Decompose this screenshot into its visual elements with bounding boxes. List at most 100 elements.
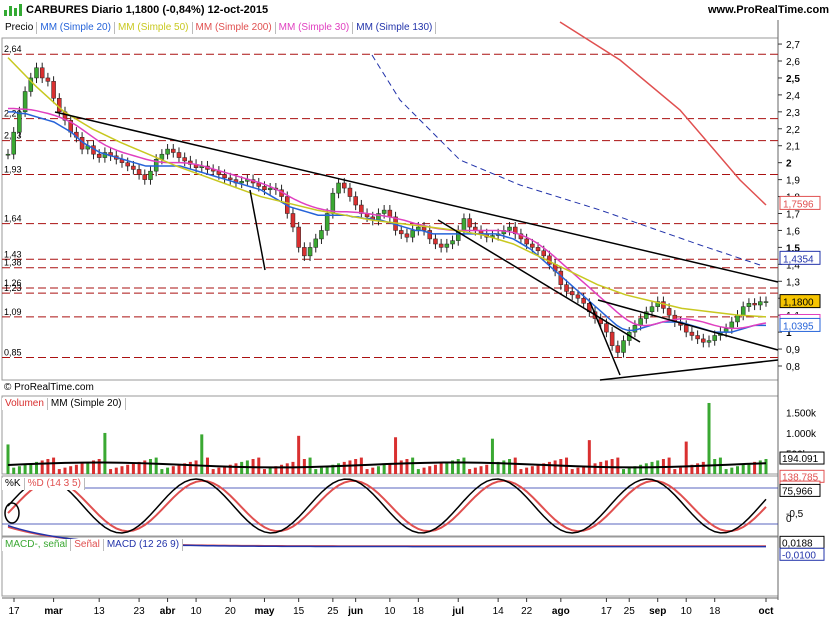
volume-bar bbox=[40, 460, 44, 474]
volume-bar bbox=[382, 464, 386, 474]
volume-bar bbox=[74, 464, 78, 474]
legend-item[interactable]: MACD (12 26 9) bbox=[103, 539, 184, 551]
volume-bar bbox=[525, 467, 529, 474]
x-axis-label: 23 bbox=[134, 606, 146, 617]
candle-body bbox=[564, 284, 569, 292]
volume-bar bbox=[194, 460, 198, 474]
volume-legend: Volumen MM (Simple 20) bbox=[2, 398, 126, 410]
price-tick-label: 2,5 bbox=[786, 74, 800, 85]
volume-bar bbox=[456, 459, 460, 474]
candle-body bbox=[746, 303, 752, 307]
legend-item[interactable]: Señal bbox=[71, 539, 104, 551]
candle-body bbox=[535, 247, 541, 252]
volume-bar bbox=[394, 437, 398, 474]
x-axis-label: sep bbox=[649, 606, 666, 617]
legend-item[interactable]: Precio bbox=[2, 22, 38, 34]
volume-bar bbox=[200, 434, 204, 474]
price-value-label: 1,4354 bbox=[783, 254, 814, 265]
volume-bar bbox=[371, 467, 375, 474]
volume-bar bbox=[730, 467, 734, 474]
volume-bar bbox=[468, 469, 472, 474]
candle-body bbox=[302, 247, 307, 257]
volume-bar bbox=[439, 463, 443, 474]
volume-bar bbox=[376, 466, 380, 474]
volume-bar bbox=[262, 469, 266, 474]
candle-body bbox=[182, 157, 187, 162]
candle-body bbox=[5, 153, 11, 156]
legend-item[interactable]: %D (14 3 5) bbox=[24, 478, 85, 490]
volume-bar bbox=[519, 469, 523, 474]
volume-bar bbox=[217, 467, 221, 474]
volume-bar bbox=[103, 432, 107, 474]
price-tick-label: 2,3 bbox=[786, 108, 800, 119]
price-value-label: 1,7596 bbox=[783, 199, 814, 210]
candle-body bbox=[131, 165, 136, 170]
price-legend: Precio MM (Simple 20) MM (Simple 50) MM (Si… bbox=[2, 22, 437, 34]
candle-body bbox=[621, 340, 626, 353]
volume-bar bbox=[280, 464, 284, 474]
volume-bar bbox=[416, 469, 420, 474]
level-label: 0,85 bbox=[4, 348, 22, 358]
legend-item[interactable]: MM (Simple 30) bbox=[275, 22, 354, 34]
volume-bar bbox=[616, 457, 620, 474]
trend-line bbox=[599, 359, 779, 381]
macd-tick-label: -0,5 bbox=[786, 509, 804, 520]
candle-body bbox=[336, 182, 341, 194]
volume-bar bbox=[6, 444, 10, 474]
candle-body bbox=[683, 325, 689, 333]
candle-body bbox=[267, 187, 273, 191]
legend-item[interactable]: MM (Simple 200) bbox=[192, 22, 276, 34]
macd-legend: MACD-, señal Señal MACD (12 26 9) bbox=[2, 539, 184, 551]
candle-body bbox=[740, 306, 746, 316]
candle-body bbox=[701, 338, 706, 343]
candle-body bbox=[176, 152, 182, 158]
volume-bar bbox=[576, 467, 580, 474]
volume-bar bbox=[80, 463, 84, 474]
volume-bar bbox=[679, 467, 683, 474]
volume-bar bbox=[684, 441, 688, 474]
candle-body bbox=[398, 230, 404, 235]
legend-item[interactable]: MM (Simple 20) bbox=[47, 398, 126, 410]
level-label: 1,93 bbox=[4, 165, 22, 175]
candle-body bbox=[262, 186, 267, 191]
price-tick-label: 0,9 bbox=[786, 345, 800, 356]
candle-body bbox=[444, 243, 450, 248]
volume-value-label: 194.091 bbox=[782, 454, 819, 465]
level-label: 1,64 bbox=[4, 214, 22, 224]
price-tick-label: 1,6 bbox=[786, 226, 800, 237]
candle-body bbox=[433, 238, 438, 245]
legend-item[interactable]: Volumen bbox=[2, 398, 48, 410]
volume-bar bbox=[211, 469, 215, 474]
candle-body bbox=[569, 291, 575, 296]
candle-body bbox=[461, 218, 467, 231]
stoch-value-label: 75,966 bbox=[782, 486, 813, 497]
volume-bar bbox=[177, 464, 181, 474]
candle-body bbox=[165, 148, 170, 155]
volume-tick-label: 1.500k bbox=[786, 408, 817, 419]
candle-body bbox=[148, 170, 153, 180]
legend-item[interactable]: MM (Simple 130) bbox=[353, 22, 437, 34]
macd-value-label: 0,0188 bbox=[782, 538, 813, 549]
candle-body bbox=[752, 303, 757, 306]
price-tick-label: 1,9 bbox=[786, 176, 800, 187]
volume-bar bbox=[46, 459, 50, 474]
volume-bar bbox=[188, 461, 192, 474]
x-axis-label: 25 bbox=[624, 606, 636, 617]
candle-body bbox=[666, 308, 672, 316]
candle-body bbox=[125, 162, 130, 167]
x-axis-label: ago bbox=[552, 606, 570, 617]
legend-item[interactable]: MM (Simple 50) bbox=[114, 22, 193, 34]
candle-body bbox=[649, 306, 655, 313]
candle-body bbox=[758, 301, 763, 306]
volume-bar bbox=[547, 461, 551, 474]
legend-item[interactable]: MM (Simple 20) bbox=[37, 22, 115, 34]
x-axis-label: jul bbox=[451, 606, 464, 617]
volume-bar bbox=[530, 466, 534, 474]
volume-bar bbox=[348, 460, 352, 474]
level-label: 2,64 bbox=[4, 44, 22, 54]
legend-item[interactable]: MACD-, señal bbox=[2, 539, 72, 551]
legend-item[interactable]: %K bbox=[2, 478, 25, 490]
volume-bar bbox=[593, 463, 597, 474]
volume-bar bbox=[570, 469, 574, 474]
candle-body bbox=[313, 238, 319, 248]
